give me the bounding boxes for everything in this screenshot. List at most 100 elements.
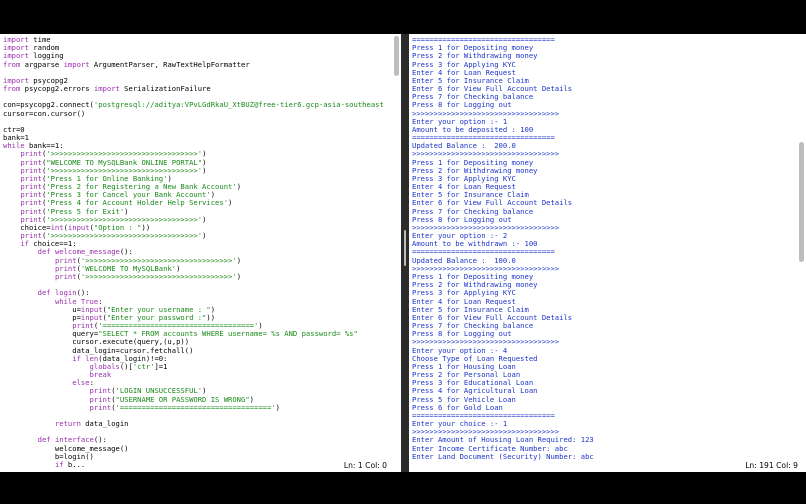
code-token: bank=1 [3,134,29,143]
code-token: if [54,460,64,469]
shell-output-line: Press 3 for Applying KYC [412,289,516,298]
code-token: ) [202,215,207,224]
code-token: while [54,297,77,306]
code-token: '>>>>>>>>>>>>>>>>>>>>>>>>>>>>>>>>>>' [80,256,237,265]
code-line: cursor.execute(query,(u,p)) [3,338,389,346]
code-token: (): [76,289,90,298]
editor-scrollbar[interactable] [394,36,399,76]
code-token: print [89,403,112,412]
code-token: : [89,379,94,388]
shell-output-line: >>>>>>>>>>>>>>>>>>>>>>>>>>>>>>>>>> [412,264,560,273]
code-token: True [80,297,99,306]
code-token: ) [210,191,216,200]
code-line: import random [3,44,389,52]
code-token: ctr=0 [3,125,25,134]
code-editor-text[interactable]: import time import random import logging fr… [3,36,389,469]
code-token: if [20,240,29,249]
shell-output-pane[interactable]: ================================= Press 1… [409,34,806,472]
code-token: globals [89,362,120,371]
shell-output-line: Enter 6 for View Full Account Details [412,85,573,94]
divider-grip-handle[interactable] [404,230,406,266]
code-line: import logging [3,52,389,60]
code-token: logging [28,52,64,61]
code-token: else [72,379,90,388]
code-token: from [3,60,21,69]
code-line: choice=int(input("Option : ")) [3,224,389,232]
code-line: globals()['ctr']=1 [3,363,389,371]
code-line: b=login() [3,453,389,461]
shell-output-text[interactable]: ================================= Press 1… [412,36,794,461]
code-token: SerializationFailure [119,85,211,94]
code-token: )) [206,313,216,322]
code-token: def [37,436,51,445]
code-line: if b... [3,461,389,469]
code-line: while bank==1: [3,142,389,150]
code-token: ()[ [119,362,133,371]
code-token: import [93,85,120,94]
code-token: print [20,166,42,175]
code-token: "Enter your username : " [106,305,211,314]
shell-output-line: >>>>>>>>>>>>>>>>>>>>>>>>>>>>>>>>>> [412,109,560,118]
code-token: '>>>>>>>>>>>>>>>>>>>>>>>>>>>>>>>>>>' [46,166,203,175]
shell-output-line: Enter 4 for Loan Request [412,297,516,306]
code-token: "Enter your password :" [106,313,207,322]
code-token: ) [202,158,207,167]
shell-output-line: Press 2 for Withdrawing money [412,52,538,61]
code-token: print [20,174,42,183]
code-token: print [20,191,42,200]
code-line: print('Press 2 for Registering a New Ban… [3,183,389,191]
code-line: print('=================================… [3,322,389,330]
code-token: ) [236,272,242,281]
shell-output-line: Choose Type of Loan Requested [412,354,538,363]
code-token: ) [236,256,242,265]
code-token: ) [202,387,207,396]
code-token: data_login=cursor.fetchall() [3,346,194,355]
code-line: if choice==1: [3,240,389,248]
code-token: '>>>>>>>>>>>>>>>>>>>>>>>>>>>>>>>>>>' [80,272,237,281]
shell-output-line: Updated Balance : 100.0 [412,256,516,265]
code-token: choice==1: [28,240,77,249]
shell-scrollbar[interactable] [799,142,804,262]
code-line: p=input("Enter your password :")) [3,314,389,322]
code-line: con=psycopg2.connect('postgresql://adity… [3,101,389,109]
shell-output-line: >>>>>>>>>>>>>>>>>>>>>>>>>>>>>>>>>> [412,223,560,232]
code-token: def [37,289,51,298]
code-line: import psycopg2 [3,77,389,85]
shell-output-line: Updated Balance : 200.0 [412,142,516,151]
code-line: query="SELECT * FROM accounts WHERE user… [3,330,389,338]
code-line: print('>>>>>>>>>>>>>>>>>>>>>>>>>>>>>>>>>… [3,150,389,158]
code-token: psycopg2.errors [20,85,94,94]
shell-output-line: Enter 4 for Loan Request [412,68,516,77]
code-line: print('WELCOME TO MySQLBank') [3,265,389,273]
code-line: while True: [3,298,389,306]
code-line: print('>>>>>>>>>>>>>>>>>>>>>>>>>>>>>>>>>… [3,232,389,240]
code-token: print [20,158,42,167]
code-token: ]=1 [154,362,168,371]
code-token: int [50,223,64,232]
code-token: if [72,354,81,363]
shell-output-line: Press 1 for Depositing money [412,158,534,167]
code-line: print('>>>>>>>>>>>>>>>>>>>>>>>>>>>>>>>>>… [3,273,389,281]
pane-divider[interactable] [401,34,409,472]
code-token: "SELECT * FROM accounts WHERE username= … [98,330,358,339]
code-token: ) [210,305,216,314]
code-token: print [89,387,112,396]
code-token: u= [3,305,81,314]
code-token: def [37,248,51,257]
code-token: query= [3,330,99,339]
code-line: u=input("Enter your username : ") [3,306,389,314]
code-token: ) [176,264,181,273]
shell-output-line: Enter your option :- 1 [412,117,508,126]
code-line: print('Press 4 for Account Holder Help S… [3,199,389,207]
code-editor-pane[interactable]: import time import random import logging fr… [0,34,401,472]
